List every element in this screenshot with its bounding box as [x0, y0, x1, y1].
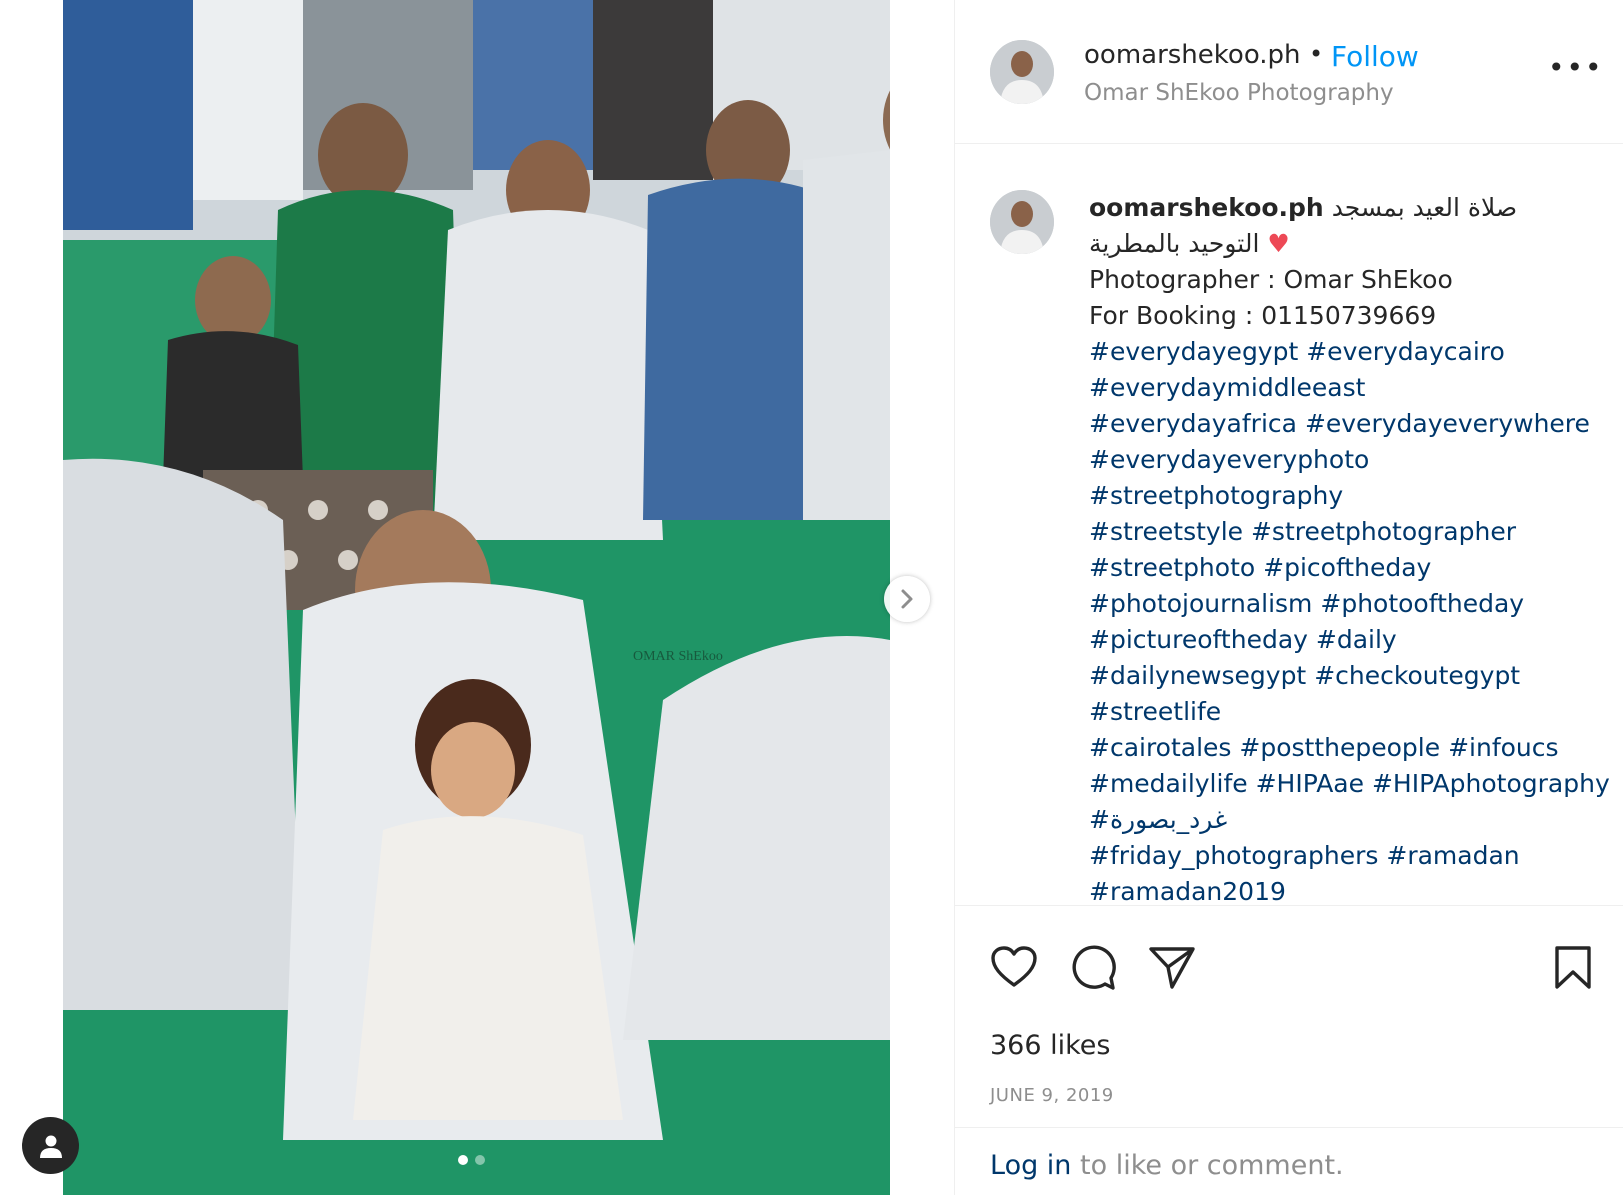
- hashtag-link[interactable]: #ramadan2019: [1089, 877, 1286, 906]
- hashtag-line: #everydayegypt #everydaycairo: [1089, 334, 1614, 370]
- red-heart-emoji: ♥: [1267, 229, 1290, 258]
- photo-watermark: OMAR ShEkoo: [633, 649, 723, 664]
- share-icon[interactable]: [1148, 945, 1196, 991]
- user-account-button[interactable]: [22, 1117, 79, 1174]
- hashtag-link[interactable]: #daily: [1316, 625, 1397, 654]
- hashtag-line: #everydaymiddleeast: [1089, 370, 1614, 406]
- hashtag-link[interactable]: #everydaycairo: [1306, 337, 1505, 366]
- comment-icon[interactable]: [1069, 945, 1117, 991]
- login-prompt-text: to like or comment.: [1071, 1150, 1344, 1181]
- hashtag-link[interactable]: #friday_photographers: [1089, 841, 1378, 870]
- carousel-dot-2: [475, 1155, 485, 1165]
- hashtag-link[interactable]: #everydayeverywhere: [1305, 409, 1590, 438]
- hashtag-link[interactable]: #HIPAphotography: [1372, 769, 1610, 798]
- carousel-indicator: [458, 1155, 485, 1165]
- footer-divider: [955, 1127, 1623, 1128]
- hashtag-link[interactable]: #streetphoto: [1089, 553, 1255, 582]
- hashtag-link[interactable]: #checkoutegypt: [1314, 661, 1520, 690]
- post-date[interactable]: JUNE 9, 2019: [990, 1085, 1114, 1106]
- hashtag-link[interactable]: #photooftheday: [1320, 589, 1524, 618]
- hashtag-line: #غرد_بصورة: [1089, 802, 1614, 838]
- hashtag-line: #photojournalism #photooftheday: [1089, 586, 1614, 622]
- post-photo[interactable]: OMAR ShEkoo: [63, 0, 890, 1195]
- profile-picture: [990, 40, 1054, 104]
- hashtag-line: #cairotales #postthepeople #infoucs: [1089, 730, 1614, 766]
- hashtag-link[interactable]: #streetstyle: [1089, 517, 1243, 546]
- hashtag-line: #pictureoftheday #daily: [1089, 622, 1614, 658]
- hashtag-line: #streetstyle #streetphotographer: [1089, 514, 1614, 550]
- more-options-icon[interactable]: •••: [1548, 54, 1604, 82]
- carousel-dot-1: [458, 1155, 468, 1165]
- caption-line-1: oomarshekoo.ph صلاة العيد بمسجد: [1089, 190, 1614, 226]
- hashtag-link[interactable]: #streetphotographer: [1251, 517, 1516, 546]
- hashtag-link[interactable]: #everydaymiddleeast: [1089, 373, 1365, 402]
- caption-avatar[interactable]: [990, 190, 1054, 254]
- caption-booking: For Booking : 01150739669: [1089, 301, 1437, 330]
- hashtag-link[interactable]: #everydayeveryphoto: [1089, 445, 1369, 474]
- hashtag-line: #streetlife: [1089, 694, 1614, 730]
- hashtag-link[interactable]: #medailylife: [1089, 769, 1248, 798]
- caption-divider: [955, 905, 1623, 906]
- hashtag-line: #medailylife #HIPAae #HIPAphotography: [1089, 766, 1614, 802]
- photo-illustration: OMAR ShEkoo: [63, 0, 890, 1195]
- hashtag-link[interactable]: #cairotales: [1089, 733, 1231, 762]
- hashtag-line: #friday_photographers #ramadan: [1089, 838, 1614, 874]
- heart-icon[interactable]: [990, 945, 1038, 989]
- post-caption: oomarshekoo.ph صلاة العيد بمسجد التوحيد …: [1089, 190, 1614, 910]
- hashtag-line: #everydayafrica #everydayeverywhere: [1089, 406, 1614, 442]
- likes-count[interactable]: 366 likes: [990, 1030, 1110, 1061]
- hashtag-line: #streetphoto #picoftheday: [1089, 550, 1614, 586]
- caption-arabic-2: التوحيد بالمطرية: [1089, 229, 1260, 258]
- chevron-right-icon: [901, 589, 913, 609]
- hashtag-link[interactable]: #pictureoftheday: [1089, 625, 1308, 654]
- hashtag-link[interactable]: #streetphotography: [1089, 481, 1343, 510]
- hashtag-link[interactable]: #everydayafrica: [1089, 409, 1297, 438]
- profile-picture: [990, 190, 1054, 254]
- hashtag-link[interactable]: #postthepeople: [1239, 733, 1440, 762]
- login-prompt: Log in to like or comment.: [990, 1150, 1344, 1181]
- caption-line-2: التوحيد بالمطرية ♥: [1089, 226, 1614, 262]
- header-subtitle: Omar ShEkoo Photography: [1084, 80, 1394, 106]
- hashtag-link[interactable]: #ramadan: [1386, 841, 1519, 870]
- caption-arabic-1: صلاة العيد بمسجد: [1331, 193, 1518, 222]
- header-separator: •: [1309, 40, 1324, 68]
- header-divider: [955, 143, 1623, 144]
- caption-username[interactable]: oomarshekoo.ph: [1089, 193, 1324, 222]
- user-icon: [39, 1135, 62, 1158]
- hashtag-list: #everydayegypt #everydaycairo #everydaymi…: [1089, 334, 1614, 910]
- next-photo-button[interactable]: [884, 576, 930, 622]
- hashtag-link[interactable]: #picoftheday: [1263, 553, 1431, 582]
- hashtag-link[interactable]: #HIPAae: [1256, 769, 1364, 798]
- hashtag-link[interactable]: #everydayegypt: [1089, 337, 1298, 366]
- header-username[interactable]: oomarshekoo.ph: [1084, 40, 1301, 70]
- hashtag-link[interactable]: #streetlife: [1089, 697, 1221, 726]
- hashtag-link[interactable]: #dailynewsegypt: [1089, 661, 1306, 690]
- hashtag-link[interactable]: #infoucs: [1448, 733, 1558, 762]
- bookmark-icon[interactable]: [1553, 945, 1593, 991]
- follow-button[interactable]: Follow: [1331, 40, 1419, 73]
- hashtag-link[interactable]: #photojournalism: [1089, 589, 1312, 618]
- hashtag-line: #dailynewsegypt #checkoutegypt: [1089, 658, 1614, 694]
- header-avatar[interactable]: [990, 40, 1054, 104]
- hashtag-link[interactable]: #غرد_بصورة: [1089, 805, 1227, 834]
- login-link[interactable]: Log in: [990, 1150, 1071, 1181]
- caption-photographer: Photographer : Omar ShEkoo: [1089, 265, 1453, 294]
- hashtag-line: #streetphotography: [1089, 478, 1614, 514]
- hashtag-line: #everydayeveryphoto: [1089, 442, 1614, 478]
